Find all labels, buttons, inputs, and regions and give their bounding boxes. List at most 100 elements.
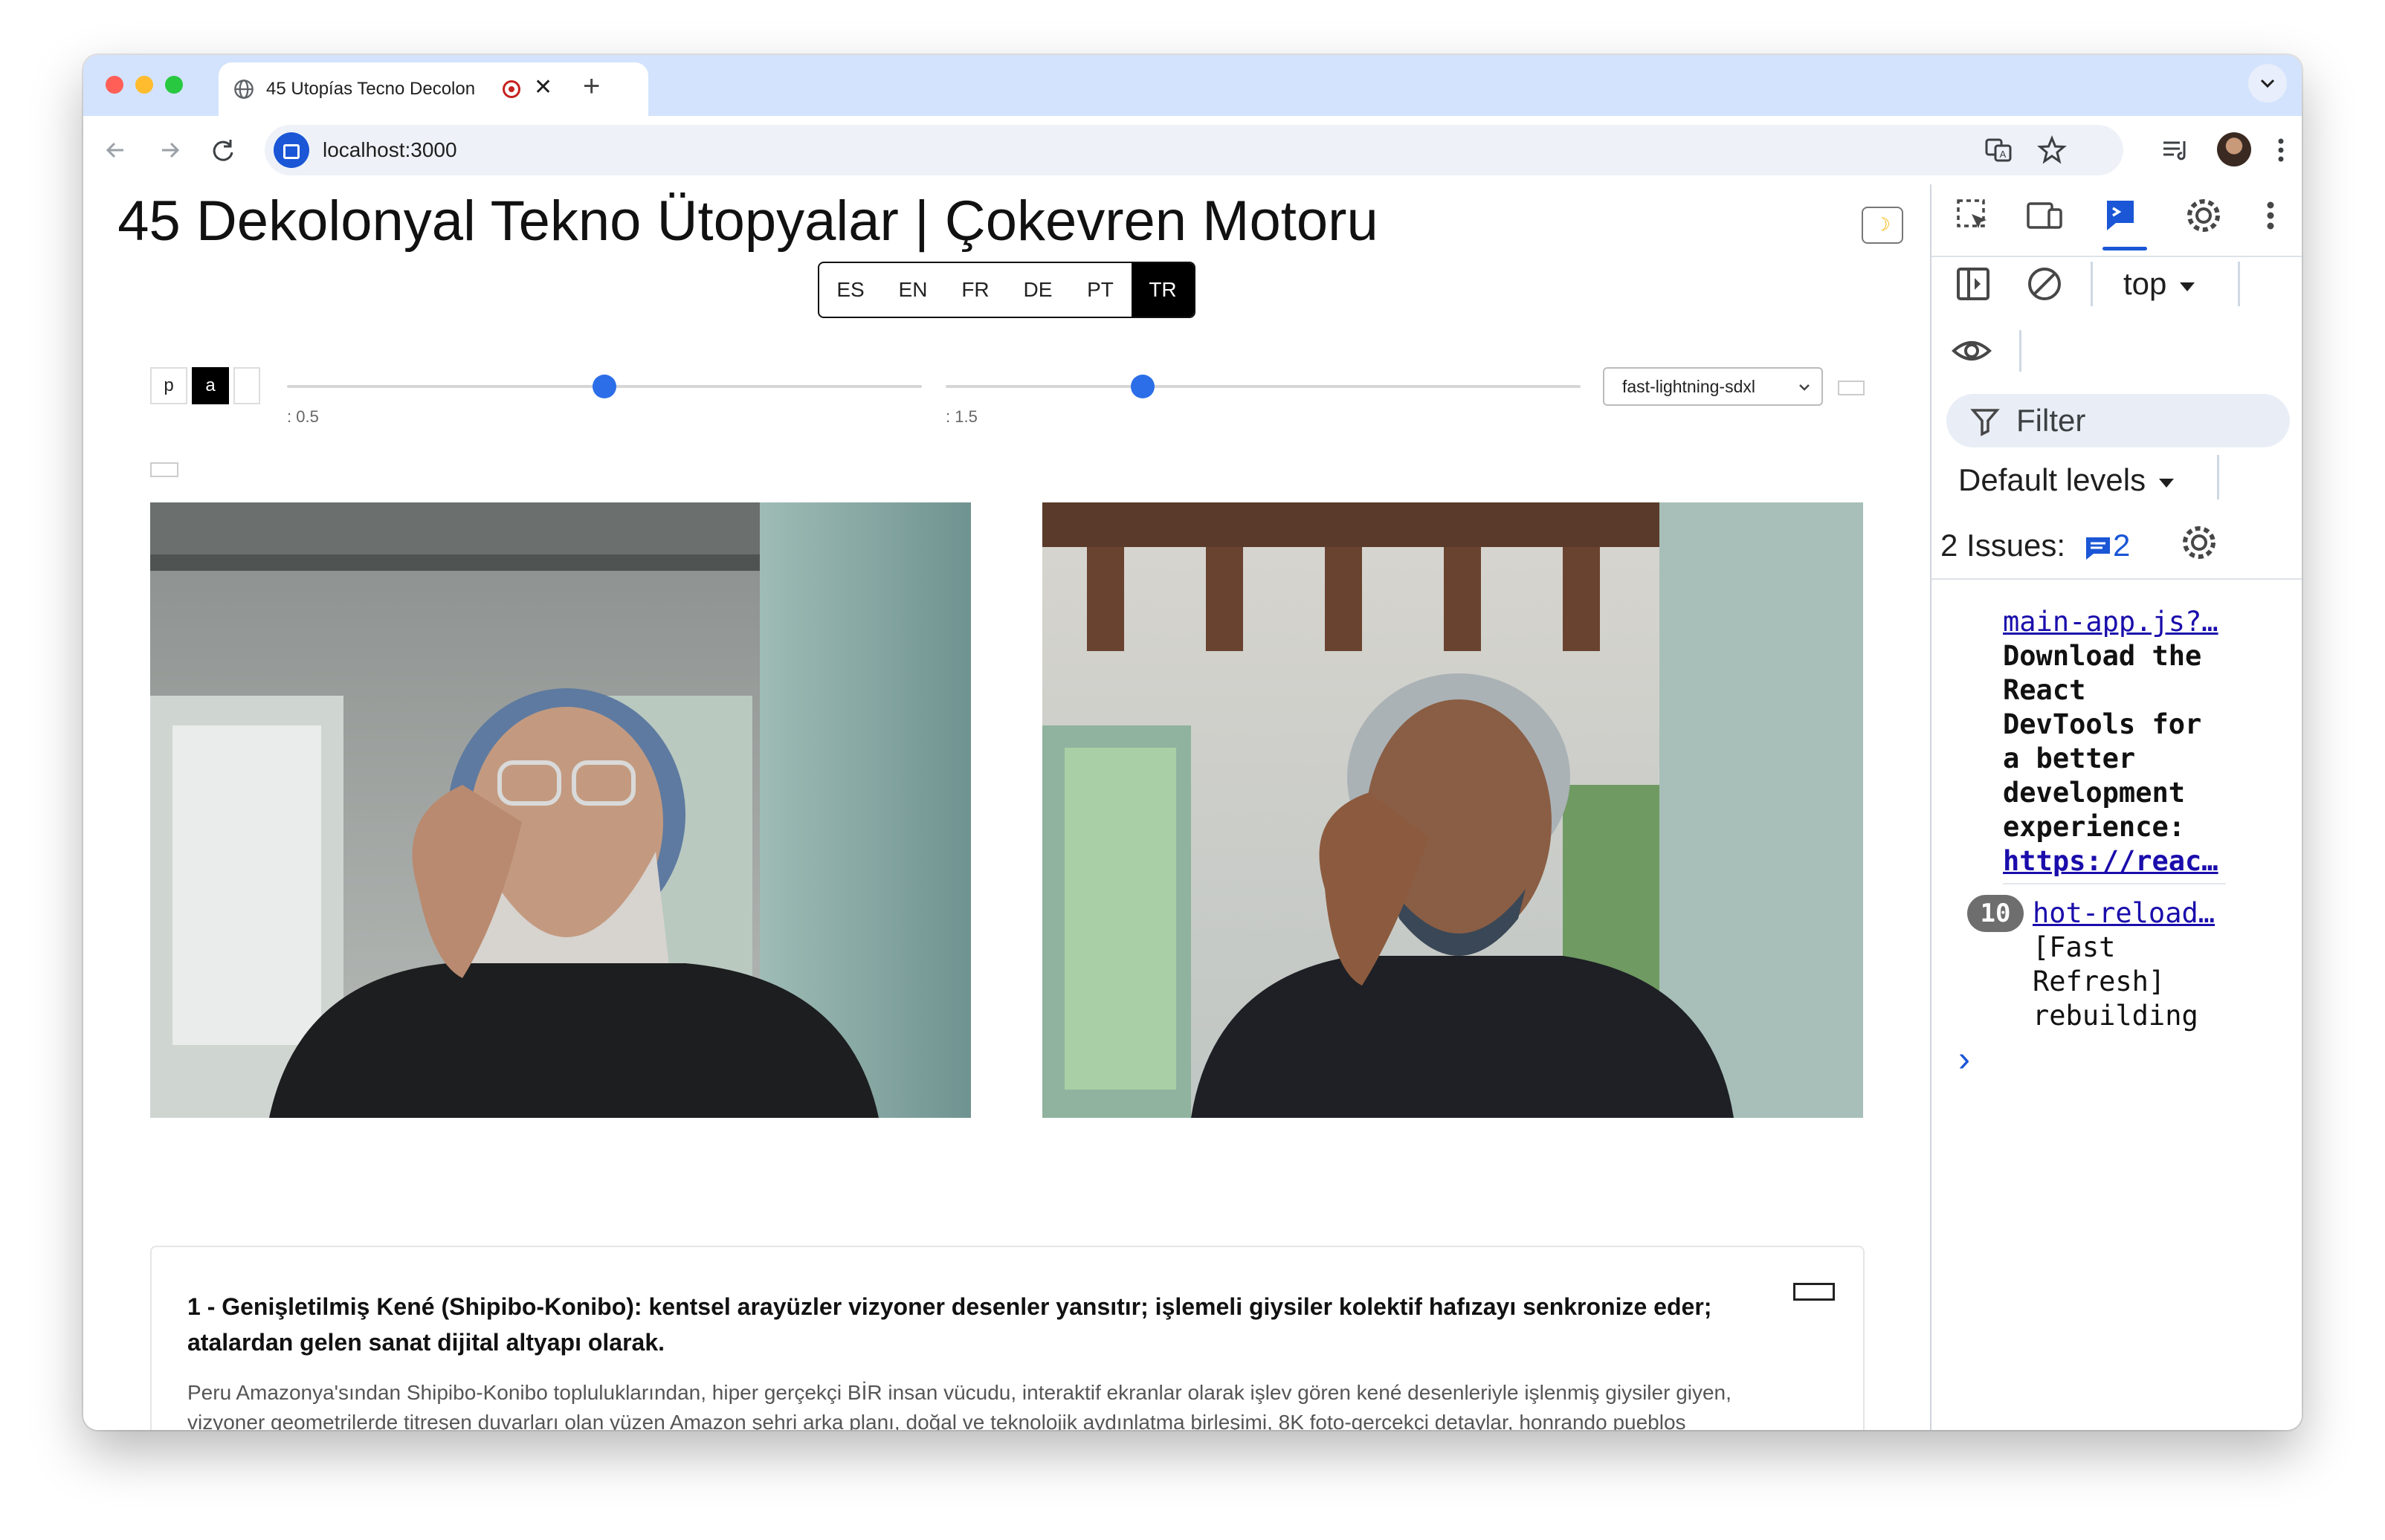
theme-toggle-button[interactable]: ☽	[1862, 207, 1903, 244]
console-line: DevTools for	[2003, 708, 2202, 740]
tab-close-button[interactable]: ✕	[534, 74, 552, 101]
site-info-icon[interactable]	[274, 132, 309, 168]
console-line: experience:	[2003, 811, 2186, 843]
page-title: 45 Dekolonyal Tekno Ütopyalar | Çokevren…	[117, 190, 1378, 253]
minimize-window-button[interactable]	[135, 76, 153, 94]
arrow-right-icon	[162, 142, 180, 158]
filter-funnel-icon	[1970, 409, 2000, 436]
lang-button-de[interactable]: DE	[1007, 263, 1069, 317]
reload-button[interactable]	[205, 132, 241, 168]
console-line: [Fast	[2033, 931, 2116, 963]
chevron-down-icon	[1799, 384, 1810, 391]
moon-icon: ☽	[1874, 215, 1891, 235]
context-selector[interactable]: top	[2123, 263, 2199, 305]
caret-down-icon	[2158, 478, 2174, 488]
kebab-menu-icon[interactable]	[2265, 134, 2297, 166]
arrow-left-icon	[106, 142, 123, 158]
issues-counter[interactable]: 2	[2083, 525, 2130, 566]
translate-icon[interactable]: A	[1984, 135, 2013, 165]
console-prompt[interactable]: ›	[1958, 1039, 1970, 1081]
devtools-panel: top Filter Default levels 2 Issues: 2 ma…	[1930, 184, 2302, 1430]
console-line: development	[2003, 777, 2186, 809]
active-tab-indicator	[2102, 247, 2147, 250]
back-button[interactable]	[98, 132, 134, 168]
small-empty-button[interactable]	[1838, 381, 1865, 395]
toolbar-separator	[2217, 455, 2219, 499]
utopia-card: 1 - Genişletilmiş Kené (Shipibo-Konibo):…	[150, 1246, 1865, 1430]
slider-thumb[interactable]	[593, 375, 616, 398]
mode-button-blank[interactable]	[233, 367, 260, 404]
new-tab-button[interactable]: +	[583, 65, 600, 107]
bookmark-star-icon[interactable]	[2037, 135, 2067, 165]
context-value: top	[2123, 266, 2167, 301]
lang-button-es[interactable]: ES	[819, 263, 882, 317]
caret-down-icon	[2180, 282, 2195, 291]
console-line: Refresh]	[2033, 965, 2166, 997]
console-message: Download the React DevTools for a better…	[2003, 639, 2201, 844]
filter-placeholder: Filter	[2016, 403, 2086, 438]
kebab-menu-icon[interactable]	[2256, 195, 2285, 236]
mode-button-p[interactable]: p	[150, 367, 187, 404]
console-source-link[interactable]: hot-reload…	[2033, 896, 2215, 931]
slider-thumb[interactable]	[1130, 375, 1155, 398]
slider-label: : 0.5	[287, 407, 319, 426]
console-filter-input[interactable]: Filter	[1946, 394, 2290, 447]
chevron-down-icon	[2260, 79, 2275, 88]
forward-button[interactable]	[152, 132, 187, 168]
issues-label: 2 Issues:	[1940, 528, 2066, 563]
gear-icon[interactable]	[2183, 195, 2224, 236]
lang-button-pt[interactable]: PT	[1069, 263, 1132, 317]
card-description: Peru Amazonya'sından Shipibo-Konibo topl…	[187, 1381, 1732, 1430]
small-toggle-button[interactable]	[150, 462, 178, 477]
console-tab-icon[interactable]	[2101, 195, 2143, 236]
log-levels-dropdown[interactable]: Default levels	[1958, 459, 2178, 501]
model-select[interactable]: fast-lightning-sdxl	[1603, 367, 1823, 406]
device-toolbar-icon[interactable]	[2024, 195, 2065, 236]
console-message: [Fast Refresh] rebuilding	[2033, 931, 2198, 1033]
message-icon	[2086, 537, 2110, 560]
profile-avatar[interactable]	[2217, 132, 2251, 166]
media-control-icon[interactable]	[2159, 134, 2192, 166]
log-levels-value: Default levels	[1958, 462, 2146, 497]
console-source-link[interactable]: main-app.js?…	[2003, 605, 2218, 639]
gear-icon[interactable]	[2178, 522, 2220, 563]
url-text: localhost:3000	[323, 138, 457, 161]
toolbar-separator	[2019, 330, 2021, 372]
reload-icon	[213, 140, 233, 161]
tab-strip: 45 Utopías Tecno Decolon ✕ +	[83, 55, 2302, 116]
mode-button-a[interactable]: a	[192, 367, 229, 404]
console-line: React	[2003, 674, 2086, 706]
strength-slider[interactable]: : 0.5	[287, 367, 922, 426]
sidebar-toggle-icon[interactable]	[1952, 263, 1994, 305]
maximize-window-button[interactable]	[165, 76, 183, 94]
model-select-value: fast-lightning-sdxl	[1622, 377, 1755, 396]
repeat-count-badge: 10	[1967, 895, 2024, 932]
toolbar-separator	[2238, 262, 2240, 306]
element-picker-icon[interactable]	[1952, 195, 1994, 236]
lang-button-fr[interactable]: FR	[944, 263, 1007, 317]
lang-button-en[interactable]: EN	[882, 263, 944, 317]
card-action-button[interactable]	[1793, 1283, 1835, 1301]
address-bar[interactable]: localhost:3000 A	[265, 125, 2123, 175]
browser-window: 45 Utopías Tecno Decolon ✕ + localhost:3…	[83, 55, 2302, 1430]
clear-console-icon[interactable]	[2024, 263, 2065, 305]
camera-input-image	[150, 502, 971, 1118]
devtools-divider	[1931, 578, 2302, 580]
message-divider	[2003, 883, 2226, 884]
eye-icon[interactable]	[1951, 330, 1992, 372]
slider-track	[946, 385, 1581, 388]
tab-search-button[interactable]	[2248, 64, 2287, 103]
console-line: rebuilding	[2033, 1000, 2198, 1032]
lang-button-tr[interactable]: TR	[1132, 263, 1194, 317]
web-page: 45 Dekolonyal Tekno Ütopyalar | Çokevren…	[83, 184, 1930, 1430]
devtools-divider	[1931, 256, 2302, 257]
generated-output-image	[1042, 502, 1863, 1118]
tab-title: 45 Utopías Tecno Decolon	[266, 79, 476, 99]
guidance-slider[interactable]: : 1.5	[946, 367, 1581, 426]
console-url-link[interactable]: https://reac…	[2003, 844, 2218, 879]
language-selector: ES EN FR DE PT TR	[818, 262, 1195, 318]
svg-text:A: A	[2000, 149, 2007, 160]
close-window-button[interactable]	[106, 76, 123, 94]
globe-icon	[234, 80, 254, 99]
console-line: Download the	[2003, 640, 2202, 672]
